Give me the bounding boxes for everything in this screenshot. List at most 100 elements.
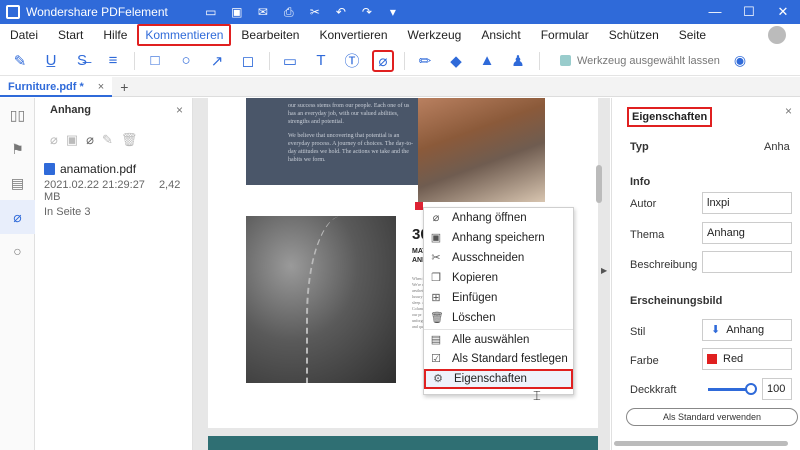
- ctx-delete[interactable]: 🗑 Löschen: [424, 308, 573, 328]
- ctx-cut[interactable]: ✂ Ausschneiden: [424, 248, 573, 268]
- toolbar-divider: [539, 51, 540, 70]
- ctx-paste[interactable]: ⊞ Einfügen: [424, 288, 573, 308]
- ctx-properties[interactable]: ⚙ Eigenschaften: [424, 369, 573, 389]
- open-attachment-icon: ⌀: [432, 212, 440, 224]
- note-icon[interactable]: ▭: [279, 50, 301, 72]
- underline-icon[interactable]: U̲: [40, 50, 62, 72]
- document-tab[interactable]: Furniture.pdf * ×: [0, 76, 113, 97]
- strikethrough-icon[interactable]: S̶: [71, 50, 93, 72]
- attach-edit-icon[interactable]: ✎: [102, 132, 113, 156]
- tab-close-icon[interactable]: ×: [98, 81, 104, 93]
- shape-dropdown-icon[interactable]: ◻: [237, 50, 259, 72]
- thema-input[interactable]: Anhang: [702, 222, 792, 244]
- attachment-annotation-icon[interactable]: [415, 202, 423, 210]
- farbe-dropdown[interactable]: Red: [702, 348, 792, 370]
- pencil-icon[interactable]: ✏: [414, 50, 436, 72]
- attach-add-icon[interactable]: ⌀: [86, 132, 94, 156]
- collapse-right-icon[interactable]: ▶: [601, 266, 609, 286]
- vertical-scrollbar[interactable]: [596, 165, 602, 203]
- keep-tool-selected-option[interactable]: Werkzeug ausgewählt lassen: [560, 55, 720, 67]
- menu-formular[interactable]: Formular: [531, 24, 599, 46]
- redo-icon[interactable]: ↷: [360, 6, 374, 18]
- scissors-icon[interactable]: ✂: [308, 6, 322, 18]
- ctx-select-all[interactable]: ▤ Alle auswählen: [424, 329, 573, 349]
- beschreibung-input[interactable]: [702, 251, 792, 273]
- attachment-list-item[interactable]: anamation.pdf 2021.02.22 21:29:27 2,42 MB…: [36, 156, 192, 218]
- title-bar: Wondershare PDFelement ▭ ▣ ✉ ⎙ ✂ ↶ ↷ ▾ —…: [0, 0, 800, 24]
- menu-werkzeug[interactable]: Werkzeug: [398, 24, 472, 46]
- attachments-toolbar: ⌀ ▣ ⌀ ✎ 🗑: [36, 124, 192, 156]
- properties-close-icon[interactable]: ×: [785, 104, 792, 118]
- checkbox-icon[interactable]: [560, 55, 571, 66]
- attachment-date: 2021.02.22 21:29:27: [44, 179, 145, 191]
- customize-dropdown-icon[interactable]: ▾: [386, 6, 400, 18]
- select-all-icon: ▤: [430, 333, 442, 346]
- stamp-icon[interactable]: ▲: [476, 50, 498, 72]
- thumbnails-icon[interactable]: ▯▯: [0, 98, 35, 132]
- textbox-icon[interactable]: Ⓣ: [341, 50, 363, 72]
- open-folder-icon[interactable]: ▭: [204, 6, 218, 18]
- attach-link-icon[interactable]: ⌀: [50, 132, 58, 156]
- new-tab-button[interactable]: +: [120, 79, 128, 95]
- autor-input[interactable]: lnxpi: [702, 192, 792, 214]
- close-window-button[interactable]: ✕: [766, 4, 800, 20]
- bookmark-icon[interactable]: ⚑: [0, 132, 35, 166]
- attachments-icon[interactable]: ⌀: [0, 200, 35, 234]
- text-align-icon[interactable]: ≡: [102, 50, 124, 72]
- next-page-preview: [208, 436, 598, 450]
- stil-dropdown[interactable]: ⬇ Anhang: [702, 319, 792, 341]
- properties-horizontal-scrollbar[interactable]: [614, 441, 788, 446]
- left-rail: ▯▯ ⚑ ▤ ⌀ ○: [0, 98, 35, 450]
- typewriter-icon[interactable]: T: [310, 50, 332, 72]
- ctx-set-default[interactable]: ☑ Als Standard festlegen: [424, 349, 573, 369]
- menu-seite[interactable]: Seite: [669, 24, 716, 46]
- set-as-default-button[interactable]: Als Standard verwenden: [626, 408, 798, 426]
- window-title: Wondershare PDFelement: [26, 5, 168, 19]
- delete-icon: 🗑: [430, 312, 444, 324]
- toolbar-divider: [404, 51, 405, 70]
- print-icon[interactable]: ⎙: [282, 6, 296, 18]
- comments-icon[interactable]: ▤: [0, 166, 35, 200]
- mail-icon[interactable]: ✉: [256, 6, 270, 18]
- attachment-icon[interactable]: ⌀: [372, 49, 394, 72]
- signature-icon[interactable]: ♟: [507, 50, 529, 72]
- attachments-panel-title: Anhang: [50, 104, 91, 116]
- quick-access-toolbar: ▭ ▣ ✉ ⎙ ✂ ↶ ↷ ▾: [204, 6, 400, 18]
- menu-bearbeiten[interactable]: Bearbeiten: [231, 24, 309, 46]
- attach-delete-icon[interactable]: 🗑: [121, 132, 138, 156]
- menu-hilfe[interactable]: Hilfe: [93, 24, 137, 46]
- opacity-slider-knob[interactable]: [745, 383, 757, 395]
- maximize-button[interactable]: ☐: [732, 4, 766, 20]
- circle-icon[interactable]: ○: [175, 50, 197, 72]
- attach-save-icon[interactable]: ▣: [66, 132, 78, 156]
- attachments-close-icon[interactable]: ×: [176, 103, 183, 117]
- attachment-file-name: anamation.pdf: [60, 162, 137, 176]
- document-tab-bar: Furniture.pdf * × +: [0, 76, 800, 97]
- ctx-copy[interactable]: ❐ Kopieren: [424, 268, 573, 288]
- text-cursor-icon: ⌶: [533, 388, 541, 403]
- search-icon[interactable]: ○: [0, 234, 35, 268]
- show-comments-eye-icon[interactable]: ◉: [734, 52, 746, 69]
- eraser-icon[interactable]: ◆: [445, 50, 467, 72]
- leather-photo: [246, 216, 396, 383]
- avatar[interactable]: [768, 26, 786, 44]
- arrow-icon[interactable]: ↗: [206, 50, 228, 72]
- page-text-block: our success stems from our people. Each …: [246, 98, 418, 185]
- autor-label: Autor: [630, 198, 657, 210]
- opacity-input[interactable]: 100: [762, 378, 792, 400]
- save-icon[interactable]: ▣: [230, 6, 244, 18]
- undo-icon[interactable]: ↶: [334, 6, 348, 18]
- ctx-open-attachment[interactable]: ⌀ Anhang öffnen: [424, 208, 573, 228]
- menu-kommentieren[interactable]: Kommentieren: [137, 24, 232, 46]
- highlight-icon[interactable]: ✎: [9, 50, 31, 72]
- menu-schuetzen[interactable]: Schützen: [599, 24, 669, 46]
- typ-label: Typ: [630, 141, 649, 153]
- toolbar-divider: [134, 51, 135, 70]
- menu-datei[interactable]: Datei: [0, 24, 48, 46]
- menu-start[interactable]: Start: [48, 24, 93, 46]
- rectangle-icon[interactable]: □: [144, 50, 166, 72]
- ctx-save-attachment[interactable]: ▣ Anhang speichern: [424, 228, 573, 248]
- minimize-button[interactable]: —: [698, 4, 732, 20]
- menu-ansicht[interactable]: Ansicht: [471, 24, 530, 46]
- menu-konvertieren[interactable]: Konvertieren: [309, 24, 397, 46]
